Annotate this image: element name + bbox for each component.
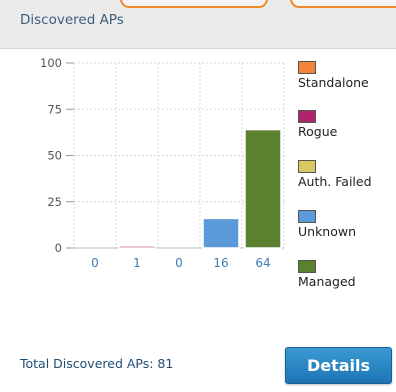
legend-label: Rogue	[298, 124, 338, 139]
legend-item: Auth. Failed	[298, 160, 372, 189]
details-button[interactable]: Details	[285, 347, 392, 384]
legend-swatch	[298, 110, 316, 123]
legend-label: Unknown	[298, 224, 357, 239]
y-tick-label: 100	[40, 56, 62, 70]
legend-swatch	[298, 61, 316, 74]
y-axis-ticks: 0 25 50 75 100	[40, 56, 62, 255]
bar-value-label: 64	[255, 256, 270, 270]
ap-bar-chart: 0 25 50 75 100 0 1 0 16 64	[40, 56, 285, 270]
legend-label: Standalone	[298, 75, 369, 90]
total-discovered-aps: Total Discovered APs: 81	[20, 356, 174, 371]
legend-item: Standalone	[298, 61, 369, 90]
legend-item: Rogue	[298, 110, 337, 139]
legend-swatch	[298, 260, 316, 273]
legend-item: Managed	[298, 260, 356, 289]
y-tick-label: 50	[47, 149, 62, 163]
y-tick-label: 25	[47, 195, 62, 209]
legend-label: Auth. Failed	[298, 174, 372, 189]
value-labels: 0 1 0 16 64	[91, 256, 270, 270]
bar-value-label: 16	[213, 256, 228, 270]
legend-item: Unknown	[298, 210, 356, 239]
bar-unknown	[202, 217, 240, 249]
y-tick-label: 75	[47, 102, 62, 116]
legend-label: Managed	[298, 274, 356, 289]
bar-value-label: 0	[175, 256, 183, 270]
bar-value-label: 1	[133, 256, 141, 270]
legend-swatch	[298, 160, 316, 173]
bar-managed	[244, 128, 282, 249]
y-tick-label: 0	[55, 241, 62, 255]
legend-swatch	[298, 210, 316, 223]
bar-rogue	[118, 245, 156, 249]
bar-value-label: 0	[91, 256, 99, 270]
